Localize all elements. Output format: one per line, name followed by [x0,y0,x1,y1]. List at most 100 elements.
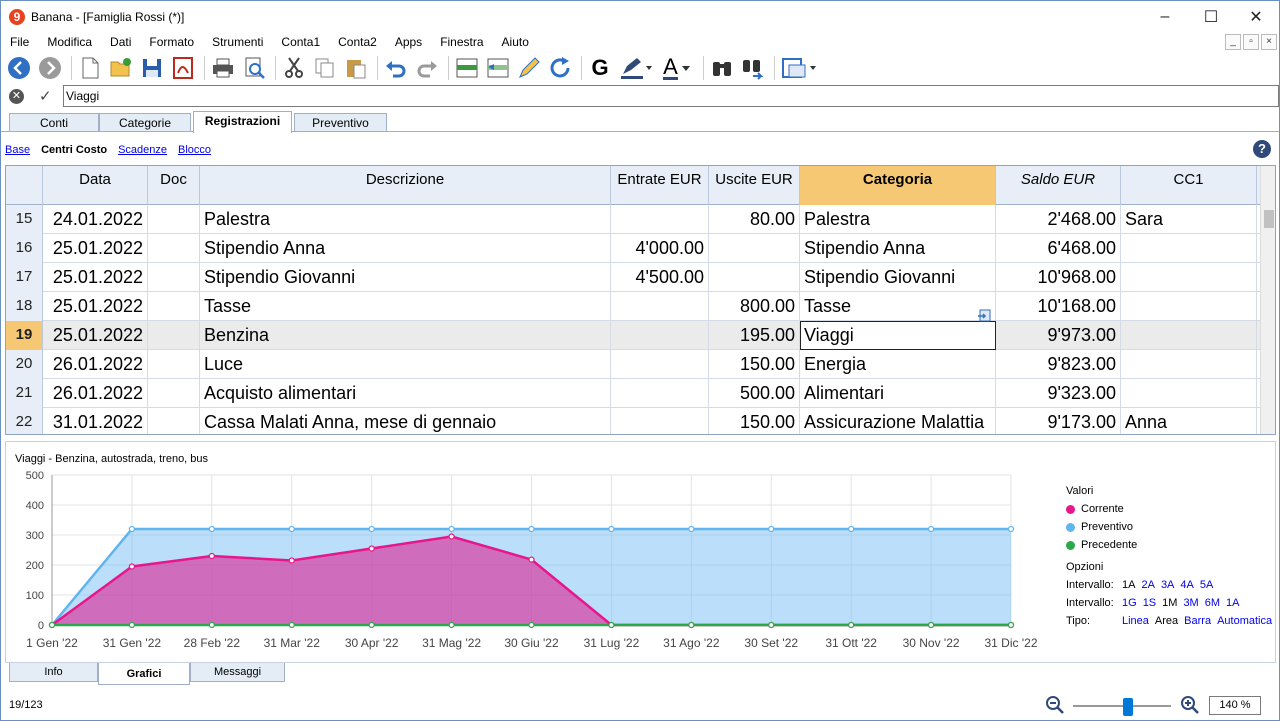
cell-categoria[interactable]: Stipendio Anna [800,234,996,263]
cell-entrate[interactable] [611,205,709,234]
table-row[interactable]: 20 26.01.2022 Luce 150.00 Energia 9'823.00 [6,350,1260,379]
cell-categoria[interactable]: Assicurazione Malattia [800,408,996,434]
recalculate-button[interactable] [546,54,574,82]
cell-saldo[interactable]: 10'968.00 [996,263,1121,292]
save-button[interactable] [138,54,166,82]
cell-doc[interactable] [148,205,200,234]
cell-saldo[interactable]: 9'973.00 [996,321,1121,350]
table-row[interactable]: 19 25.01.2022 Benzina 195.00 Viaggi 9'973.00 [6,321,1260,350]
cell-saldo[interactable]: 9'823.00 [996,350,1121,379]
option-automatica[interactable]: Automatica [1217,612,1272,630]
cut-button[interactable] [280,54,308,82]
cell-cc1[interactable] [1121,321,1257,350]
header-uscite[interactable]: Uscite EUR [709,166,800,205]
cell-cc1[interactable]: Anna [1121,408,1257,434]
header-saldo[interactable]: Saldo EUR [996,166,1121,205]
cell-cc1[interactable] [1121,263,1257,292]
cell-saldo[interactable]: 9'323.00 [996,379,1121,408]
header-entrate[interactable]: Entrate EUR [611,166,709,205]
cell-entrate[interactable]: 4'000.00 [611,234,709,263]
cell-saldo[interactable]: 9'173.00 [996,408,1121,434]
menu-apps[interactable]: Apps [386,35,431,49]
cell-descrizione[interactable]: Cassa Malati Anna, mese di gennaio [200,408,611,434]
row-number[interactable]: 18 [6,292,43,321]
cell-saldo[interactable]: 6'468.00 [996,234,1121,263]
cell-doc[interactable] [148,350,200,379]
view-blocco[interactable]: Blocco [178,144,211,156]
view-base[interactable]: Base [5,144,30,156]
row-number[interactable]: 17 [6,263,43,292]
cell-uscite[interactable]: 800.00 [709,292,800,321]
menu-conta2[interactable]: Conta2 [329,35,386,49]
menu-modifica[interactable]: Modifica [38,35,101,49]
copy-button[interactable] [311,54,339,82]
cell-entrate[interactable] [611,292,709,321]
cell-descrizione[interactable]: Benzina [200,321,611,350]
cell-data[interactable]: 25.01.2022 [43,292,148,321]
print-preview-button[interactable] [240,54,268,82]
edit-button[interactable] [515,54,543,82]
option-area[interactable]: Area [1155,612,1178,630]
cell-categoria[interactable]: Stipendio Giovanni [800,263,996,292]
cell-entrate[interactable]: 4'500.00 [611,263,709,292]
view-scadenze[interactable]: Scadenze [118,144,167,156]
option-6m[interactable]: 6M [1205,594,1220,612]
menu-file[interactable]: File [1,35,38,49]
cell-doc[interactable] [148,408,200,434]
tab-grafici[interactable]: Grafici [98,663,190,685]
tab-messaggi[interactable]: Messaggi [190,663,285,682]
cell-uscite[interactable]: 150.00 [709,350,800,379]
help-icon[interactable]: ? [1253,140,1271,158]
header-cc1[interactable]: CC1 [1121,166,1257,205]
new-file-button[interactable] [76,54,104,82]
cell-entrate[interactable] [611,408,709,434]
tab-registrazioni[interactable]: Registrazioni [193,111,292,133]
row-number[interactable]: 21 [6,379,43,408]
cell-cc1[interactable] [1121,234,1257,263]
option-3a[interactable]: 3A [1161,576,1174,594]
cell-doc[interactable] [148,379,200,408]
cell-cc1[interactable]: Sara [1121,205,1257,234]
row-number[interactable]: 15 [6,205,43,234]
cell-categoria[interactable]: Palestra [800,205,996,234]
cell-categoria[interactable]: Alimentari [800,379,996,408]
cell-saldo[interactable]: 2'468.00 [996,205,1121,234]
zoom-slider-track[interactable] [1073,705,1171,707]
menu-formato[interactable]: Formato [140,35,203,49]
forward-button[interactable] [36,54,64,82]
cell-descrizione[interactable]: Stipendio Anna [200,234,611,263]
cell-edit-input[interactable] [63,85,1279,107]
cell-categoria[interactable]: Viaggi [800,321,996,350]
option-1s[interactable]: 1S [1143,594,1156,612]
row-number[interactable]: 19 [6,321,43,350]
window-button[interactable] [779,54,819,82]
table-row[interactable]: 16 25.01.2022 Stipendio Anna 4'000.00 Stipen… [6,234,1260,263]
paste-button[interactable] [342,54,370,82]
tab-categorie[interactable]: Categorie [99,113,191,132]
option-1a[interactable]: 1A [1122,576,1135,594]
cell-doc[interactable] [148,321,200,350]
cell-data[interactable]: 25.01.2022 [43,263,148,292]
mdi-restore-button[interactable]: ▫ [1243,34,1259,50]
header-descrizione[interactable]: Descrizione [200,166,611,205]
zoom-in-icon[interactable] [1181,696,1199,714]
cell-uscite[interactable]: 80.00 [709,205,800,234]
legend-item-precedente[interactable]: Precedente [1066,536,1278,554]
bold-button[interactable]: G [586,54,614,82]
cell-descrizione[interactable]: Stipendio Giovanni [200,263,611,292]
cell-categoria[interactable]: Tasse [800,292,996,321]
option-2a[interactable]: 2A [1141,576,1154,594]
highlight-button[interactable] [617,54,655,82]
redo-button[interactable] [413,54,441,82]
cell-entrate[interactable] [611,350,709,379]
table-row[interactable]: 21 26.01.2022 Acquisto alimentari 500.00 Ali… [6,379,1260,408]
view-centri-costo[interactable]: Centri Costo [41,144,107,156]
tab-info[interactable]: Info [9,663,98,682]
find-replace-button[interactable] [739,54,767,82]
zoom-out-icon[interactable] [1046,696,1064,714]
cell-data[interactable]: 25.01.2022 [43,234,148,263]
mdi-minimize-button[interactable]: _ [1225,34,1241,50]
cell-cc1[interactable] [1121,350,1257,379]
cell-saldo[interactable]: 10'168.00 [996,292,1121,321]
text-color-button[interactable]: A [658,54,696,82]
